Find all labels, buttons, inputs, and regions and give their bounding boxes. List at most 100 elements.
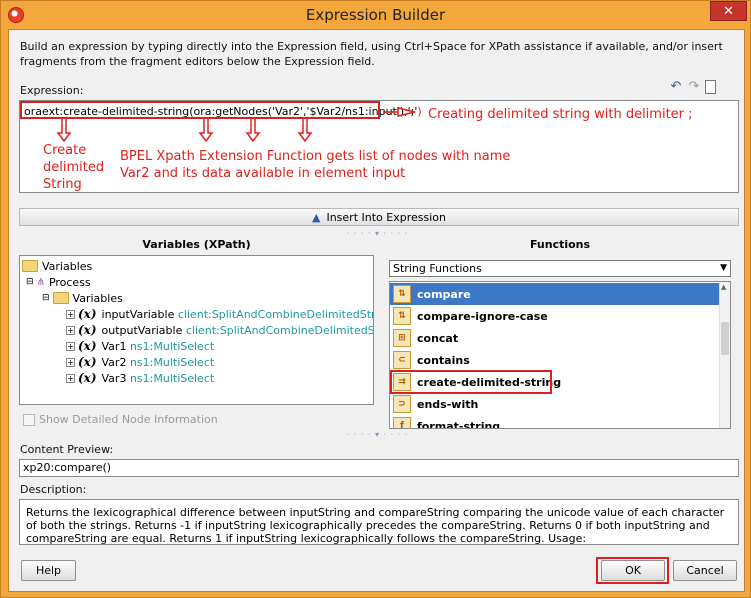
expand-icon[interactable]: + — [66, 325, 75, 335]
function-label: concat — [417, 331, 459, 345]
variable-icon: (x) — [78, 371, 97, 385]
function-item[interactable]: ⊂ contains — [390, 349, 720, 371]
process-icon: ⋔ — [36, 276, 45, 288]
function-category-select[interactable]: String Functions ▼ — [389, 260, 731, 277]
variables-header: Variables (XPath) — [142, 238, 251, 251]
variable-type: ns1:MultiSelect — [129, 339, 215, 353]
variable-name: Var3 — [101, 371, 127, 385]
function-icon: ƒ — [393, 417, 411, 428]
tree-node-variable[interactable]: + (x) outputVariable client:SplitAndComb… — [66, 322, 373, 338]
tree-node-variable[interactable]: + (x) Var3 ns1:MultiSelect — [66, 370, 214, 386]
description-label: Description: — [20, 483, 87, 496]
expand-icon[interactable]: + — [66, 341, 75, 351]
function-item[interactable]: ⇅ compare — [390, 283, 720, 305]
function-label: contains — [417, 353, 470, 367]
variable-type: client:SplitAndCombineDelimitedStringPro… — [177, 307, 373, 321]
app-icon — [8, 7, 24, 23]
checkbox-box[interactable] — [23, 413, 35, 426]
variable-icon: (x) — [78, 339, 97, 353]
window-title: Expression Builder — [305, 6, 446, 24]
variable-name: inputVariable — [101, 307, 175, 321]
chevron-up-icon: ▲ — [312, 210, 321, 224]
function-icon: ⇅ — [393, 307, 411, 325]
create-arrow — [56, 117, 72, 143]
annotation-bpel-1: BPEL Xpath Extension Function gets list … — [120, 149, 511, 164]
insert-label: Insert Into Expression — [326, 210, 446, 224]
annotation-create-2: delimited — [43, 160, 105, 175]
expand-icon[interactable]: + — [66, 357, 75, 367]
intro-text: Build an expression by typing directly i… — [20, 40, 723, 68]
splitter-top[interactable]: · · · · ▾ · · · · — [9, 229, 746, 238]
expression-builder-window: Expression Builder ✕ Build an expression… — [0, 0, 751, 598]
insert-into-expression-button[interactable]: ▲ Insert Into Expression — [19, 208, 739, 226]
ok-highlight-box — [596, 557, 669, 584]
dropdown-arrow-icon[interactable]: ▼ — [720, 261, 727, 276]
expression-toolbar: ↶ ↷ — [669, 80, 716, 94]
annotation-create-1: Create — [43, 143, 87, 158]
function-item[interactable]: ƒ format-string — [390, 415, 720, 429]
redo-icon[interactable]: ↷ — [687, 80, 701, 94]
variables-tree[interactable]: Variables ⊟ ⋔ Process ⊟ Variables + (x) … — [19, 255, 374, 405]
tree-node-variable[interactable]: + (x) Var2 ns1:MultiSelect — [66, 354, 214, 370]
getnodes-arrow — [198, 117, 214, 143]
folder-icon — [22, 260, 38, 272]
expand-icon[interactable]: + — [66, 309, 75, 319]
tree-node-variable[interactable]: + (x) inputVariable client:SplitAndCombi… — [66, 306, 373, 322]
tree-node-label: Variables — [42, 259, 93, 273]
show-detail-label: Show Detailed Node Information — [39, 413, 218, 426]
tree-node-label: Variables — [72, 291, 123, 305]
titlebar[interactable]: Expression Builder ✕ — [1, 1, 750, 29]
tree-node-variables-folder[interactable]: ⊟ Variables — [42, 290, 123, 306]
function-item[interactable]: ⊃ ends-with — [390, 393, 720, 415]
tree-node-process[interactable]: ⊟ ⋔ Process — [26, 274, 91, 290]
help-button[interactable]: Help — [21, 560, 76, 581]
scroll-up-icon[interactable]: ▲ — [721, 283, 726, 291]
function-icon: ⊞ — [393, 329, 411, 347]
functions-header: Functions — [529, 238, 591, 251]
expand-icon[interactable]: + — [66, 373, 75, 383]
tree-node-label: Process — [48, 275, 91, 289]
collapse-icon[interactable]: ⊟ — [42, 293, 50, 303]
variable-name: Var1 — [101, 339, 127, 353]
content-preview-field: xp20:compare() — [19, 459, 739, 477]
function-highlight-box — [390, 370, 552, 394]
function-label: ends-with — [417, 397, 479, 411]
tree-node-variables-root[interactable]: Variables — [22, 258, 92, 274]
undo-icon[interactable]: ↶ — [669, 80, 683, 94]
expression-field[interactable]: oraext:create-delimited-string(ora:getNo… — [19, 100, 739, 193]
variable-icon: (x) — [78, 323, 97, 337]
variable-type: ns1:MultiSelect — [129, 371, 215, 385]
scrollbar-thumb[interactable] — [721, 322, 729, 355]
function-icon: ⇅ — [393, 285, 411, 303]
function-icon: ⊂ — [393, 351, 411, 369]
folder-icon — [52, 292, 69, 304]
function-label: compare-ignore-case — [417, 309, 548, 323]
collapse-icon[interactable]: ⊟ — [26, 277, 34, 287]
variable-name: outputVariable — [101, 323, 183, 337]
function-icon: ⊃ — [393, 395, 411, 413]
annotation-delimiter: Creating delimited string with delimiter… — [428, 107, 693, 122]
var2-arrow — [245, 117, 261, 143]
functions-list[interactable]: ⇅ compare ⇅ compare-ignore-case ⊞ concat… — [389, 281, 731, 429]
function-item[interactable]: ⊞ concat — [390, 327, 720, 349]
variable-icon: (x) — [78, 307, 97, 321]
functions-scrollbar[interactable]: ▲ — [719, 282, 730, 428]
function-label: format-string — [417, 419, 501, 429]
splitter-bottom[interactable]: · · · · ▾ · · · · — [9, 430, 746, 439]
variable-type: ns1:MultiSelect — [129, 355, 215, 369]
function-label: compare — [417, 287, 471, 301]
close-button[interactable]: ✕ — [710, 1, 747, 21]
dialog-body: Build an expression by typing directly i… — [8, 29, 745, 592]
function-category-value: String Functions — [393, 262, 482, 275]
delimiter-arrow — [383, 107, 416, 117]
cancel-button[interactable]: Cancel — [673, 560, 737, 581]
function-item[interactable]: ⇅ compare-ignore-case — [390, 305, 720, 327]
document-icon[interactable] — [705, 80, 716, 94]
expression-label: Expression: — [20, 84, 84, 97]
input-arrow — [297, 117, 313, 143]
tree-node-variable[interactable]: + (x) Var1 ns1:MultiSelect — [66, 338, 214, 354]
show-detail-checkbox[interactable]: Show Detailed Node Information — [23, 413, 218, 426]
content-preview-label: Content Preview: — [20, 443, 114, 456]
variable-name: Var2 — [101, 355, 127, 369]
variable-icon: (x) — [78, 355, 97, 369]
